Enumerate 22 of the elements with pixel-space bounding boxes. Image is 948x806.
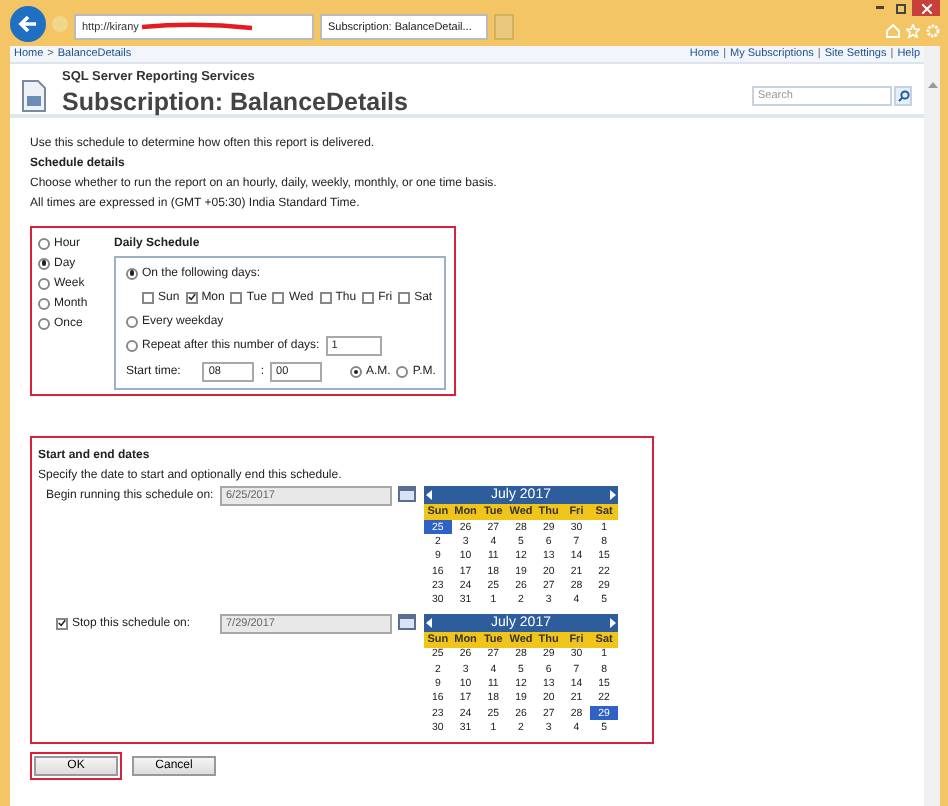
maximize-button[interactable] — [892, 0, 908, 16]
back-button[interactable] — [10, 5, 46, 41]
minimize-icon — [876, 6, 884, 10]
page-title: Subscription: BalanceDetails — [62, 88, 408, 116]
next-month-icon[interactable] — [610, 490, 616, 500]
previous-month-icon[interactable] — [426, 617, 432, 628]
scrollbar[interactable] — [924, 46, 940, 806]
search-icon — [897, 90, 909, 102]
check-icon — [187, 292, 196, 302]
star-icon[interactable] — [906, 24, 920, 38]
search-button[interactable] — [894, 86, 912, 106]
check-icon — [58, 618, 66, 629]
redaction-scribble — [142, 22, 253, 32]
back-arrow-icon — [18, 13, 38, 33]
previous-month-icon[interactable] — [426, 490, 432, 500]
calendar-icon[interactable] — [398, 486, 416, 502]
close-icon — [921, 3, 931, 13]
report-subscription-icon — [22, 80, 46, 112]
maximize-icon — [895, 3, 905, 13]
calendar-icon[interactable] — [398, 613, 416, 630]
next-month-icon[interactable] — [610, 617, 616, 628]
close-button[interactable] — [912, 0, 940, 16]
